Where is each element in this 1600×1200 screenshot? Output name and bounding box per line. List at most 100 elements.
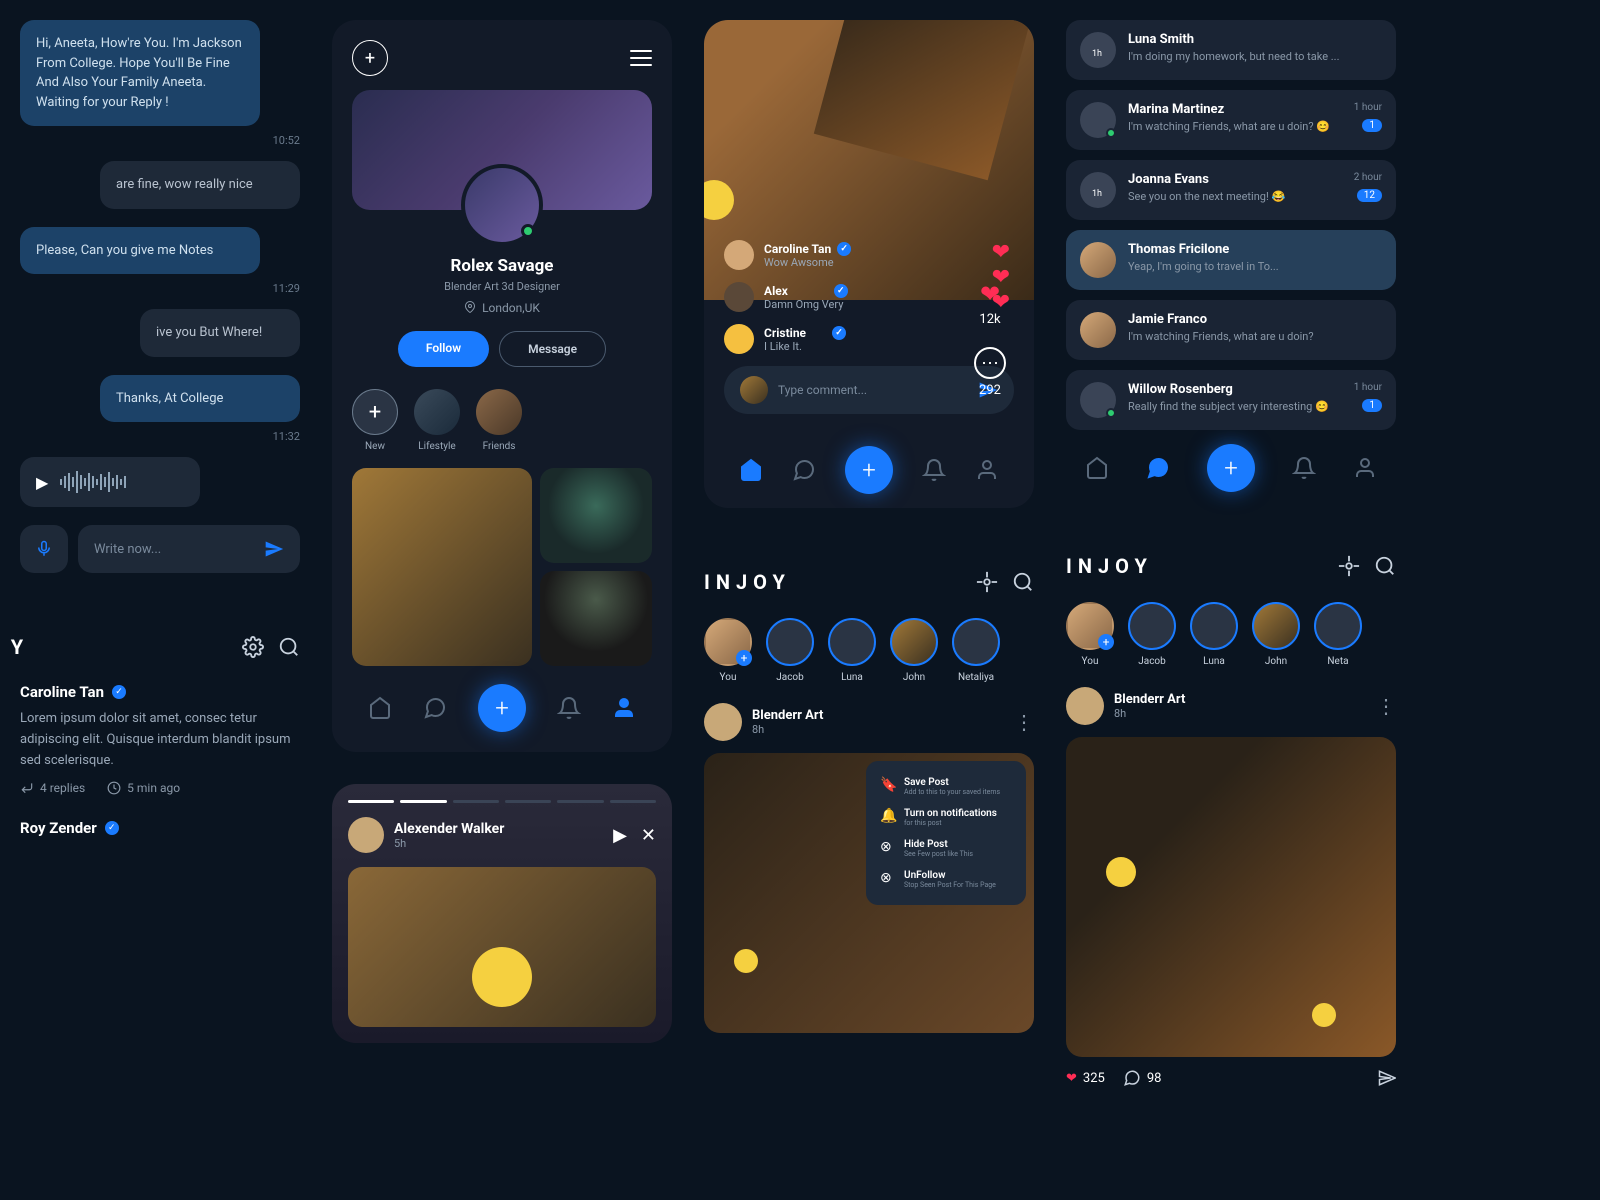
story-content[interactable] bbox=[348, 867, 656, 1027]
gallery-item[interactable] bbox=[352, 468, 532, 666]
story-you[interactable]: +You bbox=[704, 618, 752, 683]
gallery-item[interactable] bbox=[540, 571, 652, 666]
message-row[interactable]: Marina MartinezI'm watching Friends, wha… bbox=[1066, 90, 1396, 150]
msg-in: Thanks, At College bbox=[100, 375, 300, 423]
story-john[interactable]: John bbox=[1252, 602, 1300, 667]
more-icon[interactable]: ⋮ bbox=[1014, 710, 1034, 734]
comment-button[interactable]: 98 bbox=[1123, 1069, 1162, 1087]
post-avatar[interactable] bbox=[704, 703, 742, 741]
story-time: 5h bbox=[394, 837, 504, 850]
post-media[interactable] bbox=[1066, 737, 1396, 1057]
commenter-name[interactable]: Caroline Tan bbox=[20, 683, 104, 701]
avatar: 1h bbox=[1080, 172, 1116, 208]
settings-icon[interactable] bbox=[242, 636, 264, 658]
story-lifestyle[interactable]: Lifestyle bbox=[414, 389, 460, 452]
avatar[interactable] bbox=[724, 324, 754, 354]
menu-unfollow[interactable]: ⊗UnFollowStop Seen Post For This Page bbox=[876, 864, 1016, 895]
post-menu: 🔖Save PostAdd to this to your saved item… bbox=[866, 761, 1026, 905]
bell-icon[interactable] bbox=[922, 458, 946, 482]
profile-icon[interactable] bbox=[1353, 456, 1377, 480]
close-circle-icon: ⊗ bbox=[880, 839, 896, 855]
message-row[interactable]: Thomas FriciloneYeap, I'm going to trave… bbox=[1066, 230, 1396, 290]
settings-icon[interactable] bbox=[1338, 555, 1360, 577]
bookmark-icon: 🔖 bbox=[880, 777, 896, 793]
photo-grid bbox=[352, 468, 652, 666]
nav-add-button[interactable]: + bbox=[1207, 444, 1255, 492]
unread-badge: 1 bbox=[1362, 399, 1382, 412]
story-luna[interactable]: Luna bbox=[1190, 602, 1238, 667]
play-icon[interactable]: ▶ bbox=[613, 825, 627, 846]
profile-icon[interactable] bbox=[975, 458, 999, 482]
avatar[interactable] bbox=[724, 282, 754, 312]
story-viewer: Alexender Walker 5h ▶ ✕ bbox=[332, 784, 672, 1043]
more-icon[interactable]: ⋮ bbox=[1376, 694, 1396, 718]
home-icon[interactable] bbox=[368, 696, 392, 720]
message-row[interactable]: 1h Luna SmithI'm doing my homework, but … bbox=[1066, 20, 1396, 80]
story-friends[interactable]: Friends bbox=[476, 389, 522, 452]
profile-icon[interactable] bbox=[612, 696, 636, 720]
profile-screen: + Rolex Savage Blender Art 3d Designer L… bbox=[332, 20, 672, 752]
menu-notif[interactable]: 🔔Turn on notificationsfor this post bbox=[876, 802, 1016, 833]
bell-icon[interactable] bbox=[557, 696, 581, 720]
story-neta[interactable]: Neta bbox=[1314, 602, 1362, 667]
add-button[interactable]: + bbox=[352, 40, 388, 76]
post-avatar[interactable] bbox=[1066, 687, 1104, 725]
menu-hide[interactable]: ⊗Hide PostSee Few post like This bbox=[876, 833, 1016, 864]
profile-avatar[interactable] bbox=[461, 164, 543, 246]
story-luna[interactable]: Luna bbox=[828, 618, 876, 683]
avatar bbox=[1080, 242, 1116, 278]
comment-icon bbox=[1123, 1069, 1141, 1087]
story-you[interactable]: +You bbox=[1066, 602, 1114, 667]
send-icon[interactable] bbox=[264, 539, 284, 559]
home-icon[interactable] bbox=[739, 458, 763, 482]
menu-button[interactable] bbox=[630, 50, 652, 66]
story-new[interactable]: +New bbox=[352, 389, 398, 452]
avatar[interactable] bbox=[724, 240, 754, 270]
message-row[interactable]: 1h Joanna EvansSee you on the next meeti… bbox=[1066, 160, 1396, 220]
post-author[interactable]: Blenderr Art bbox=[752, 708, 1004, 723]
message-button[interactable]: Message bbox=[499, 331, 606, 367]
profile-location: London,UK bbox=[352, 301, 652, 315]
bell-icon[interactable] bbox=[1292, 456, 1316, 480]
gallery-item[interactable] bbox=[540, 468, 652, 563]
nav-add-button[interactable]: + bbox=[478, 684, 526, 732]
mic-button[interactable] bbox=[20, 525, 68, 573]
story-jacob[interactable]: Jacob bbox=[1128, 602, 1176, 667]
avatar bbox=[1080, 382, 1116, 418]
story-netaliya[interactable]: Netaliya bbox=[952, 618, 1000, 683]
online-indicator bbox=[521, 224, 535, 238]
search-icon[interactable] bbox=[278, 636, 300, 658]
home-icon[interactable] bbox=[1085, 456, 1109, 480]
comment-count[interactable]: ⋯ 292 bbox=[974, 347, 1006, 398]
post-media[interactable]: 🔖Save PostAdd to this to your saved item… bbox=[704, 753, 1034, 1033]
follow-button[interactable]: Follow bbox=[398, 331, 489, 367]
like-button[interactable]: ❤325 bbox=[1066, 1071, 1105, 1086]
nav-add-button[interactable]: + bbox=[845, 446, 893, 494]
message-row[interactable]: Willow RosenbergReally find the subject … bbox=[1066, 370, 1396, 430]
menu-save[interactable]: 🔖Save PostAdd to this to your saved item… bbox=[876, 771, 1016, 802]
share-icon[interactable] bbox=[1378, 1069, 1396, 1087]
reply-icon bbox=[20, 781, 34, 795]
settings-icon[interactable] bbox=[976, 571, 998, 593]
close-icon[interactable]: ✕ bbox=[641, 825, 656, 846]
chat-icon[interactable] bbox=[792, 458, 816, 482]
plus-icon: + bbox=[365, 48, 375, 69]
bottom-nav: + bbox=[352, 684, 652, 732]
message-row[interactable]: Jamie FrancoI'm watching Friends, what a… bbox=[1066, 300, 1396, 360]
commenter-name[interactable]: Roy Zender bbox=[20, 819, 97, 837]
msg-out: ive you But Where! bbox=[140, 309, 300, 357]
story-jacob[interactable]: Jacob bbox=[766, 618, 814, 683]
voice-message[interactable]: ▶ bbox=[20, 457, 200, 507]
search-icon[interactable] bbox=[1012, 571, 1034, 593]
post-author[interactable]: Blenderr Art bbox=[1114, 692, 1366, 707]
search-icon[interactable] bbox=[1374, 555, 1396, 577]
story-avatar[interactable] bbox=[348, 817, 384, 853]
story-john[interactable]: John bbox=[890, 618, 938, 683]
message-input[interactable]: Write now... bbox=[78, 525, 300, 573]
post-time: 8h bbox=[752, 723, 1004, 736]
replies-link[interactable]: 4 replies bbox=[20, 781, 85, 795]
waveform-icon bbox=[60, 471, 126, 493]
chat-icon[interactable] bbox=[423, 696, 447, 720]
comment-input[interactable]: Type comment... bbox=[724, 366, 1014, 414]
chat-icon[interactable] bbox=[1146, 456, 1170, 480]
